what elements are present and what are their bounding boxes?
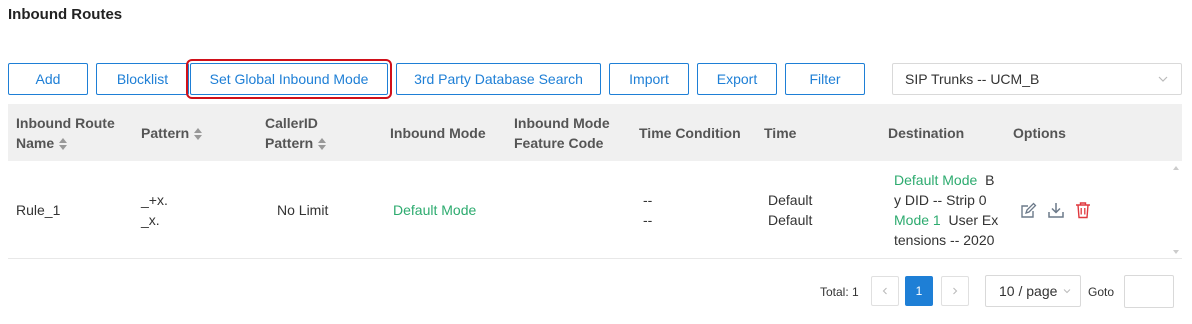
download-icon[interactable] (1047, 201, 1065, 219)
column-header-callerid-pattern[interactable]: CallerID Pattern (265, 104, 375, 161)
sort-icon[interactable] (59, 137, 68, 150)
sort-icon[interactable] (194, 127, 203, 140)
trunk-select-value: SIP Trunks -- UCM_B (905, 71, 1040, 87)
total-count: Total: 1 (820, 285, 859, 299)
table-header: Inbound Route Name Pattern CallerID Patter… (8, 104, 1182, 161)
prev-page-button[interactable] (871, 276, 899, 306)
column-header-feature-code: Inbound Mode Feature Code (514, 114, 610, 151)
blocklist-button[interactable]: Blocklist (96, 63, 189, 95)
chevron-down-icon (1063, 289, 1071, 294)
chevron-left-icon (882, 287, 887, 295)
page-title: Inbound Routes (8, 6, 123, 23)
table-row: Rule_1 _+x. _x. No Limit Default Mode --… (8, 161, 1182, 259)
import-button[interactable]: Import (609, 63, 689, 95)
callerid-pattern: No Limit (277, 202, 329, 218)
chevron-right-icon (953, 287, 958, 295)
column-header-name[interactable]: Inbound Route Name (16, 104, 136, 161)
filter-button[interactable]: Filter (785, 63, 865, 95)
page-number-button[interactable]: 1 (905, 276, 933, 306)
pattern-cell: _+x. _x. (141, 192, 168, 228)
destination-cell: Default Mode B y DID -- Strip 0 Mode 1 U… (894, 172, 999, 248)
time-condition-cell: -- -- (643, 192, 653, 228)
chevron-down-icon (1158, 76, 1168, 82)
scroll-down-icon[interactable] (1173, 250, 1179, 254)
destination-mode: Mode 1 (894, 212, 941, 228)
column-header-destination: Destination (888, 124, 965, 141)
third-party-database-search-button[interactable]: 3rd Party Database Search (396, 63, 601, 95)
sort-icon[interactable] (318, 137, 327, 150)
time-cell: Default Default (768, 192, 813, 228)
column-header-time: Time (764, 124, 797, 141)
column-header-pattern[interactable]: Pattern (141, 104, 251, 161)
route-name: Rule_1 (16, 202, 61, 218)
next-page-button[interactable] (941, 276, 969, 306)
edit-icon[interactable] (1019, 202, 1037, 220)
set-global-inbound-mode-button[interactable]: Set Global Inbound Mode (186, 59, 392, 99)
delete-icon[interactable] (1074, 201, 1092, 219)
goto-label: Goto (1088, 285, 1115, 299)
inbound-mode-link[interactable]: Default Mode (393, 200, 476, 220)
page-size-select[interactable]: 10 / page (985, 275, 1081, 307)
column-header-options: Options (1013, 124, 1066, 141)
export-button[interactable]: Export (697, 63, 777, 95)
destination-mode: Default Mode (894, 172, 978, 188)
trunk-select[interactable]: SIP Trunks -- UCM_B (892, 63, 1182, 95)
page-size-value: 10 / page (999, 283, 1058, 299)
column-header-inbound-mode: Inbound Mode (390, 124, 486, 141)
column-header-time-condition: Time Condition (639, 124, 741, 141)
goto-page-input[interactable] (1124, 275, 1174, 308)
scroll-up-icon[interactable] (1173, 166, 1179, 170)
add-button[interactable]: Add (8, 63, 88, 95)
